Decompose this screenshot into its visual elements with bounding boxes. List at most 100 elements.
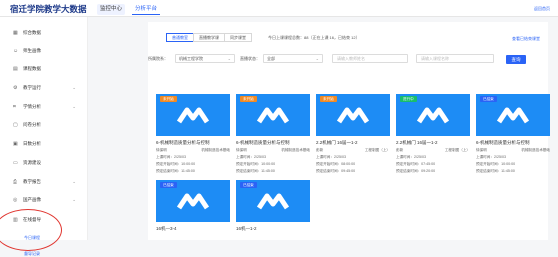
course-name: 工程制图（上） xyxy=(444,148,470,152)
app-title: 宿迁学院教学大数据 xyxy=(10,4,87,14)
sidebar-item-course-data[interactable]: ▤ 课程数据 xyxy=(0,64,88,74)
platform-logo-icon xyxy=(337,107,369,124)
start-time: 预定开始时间：10:00:00 xyxy=(476,162,516,166)
course-thumbnail: 进行中 xyxy=(396,94,470,136)
sidebar-subitem-records[interactable]: 督导记录 xyxy=(24,251,40,257)
platform-logo-icon xyxy=(257,193,289,210)
class-type-tabs: 普通教室 直播教学课 同步课堂 xyxy=(166,33,252,42)
class-period: 上课时间：2/25/03 xyxy=(316,155,346,159)
start-time: 预定开始时间：08:00:00 xyxy=(316,162,356,166)
platform-logo-icon xyxy=(257,107,289,124)
portrait-icon: ◎ xyxy=(13,196,18,203)
teacher-name: 徐保明 xyxy=(156,148,167,152)
status-badge: 已结束 xyxy=(160,182,177,188)
status-badge: 已结束 xyxy=(240,182,257,188)
sidebar-item-portrait[interactable]: ◎ 国产画像 ⌄ xyxy=(0,195,88,205)
course-title: 2.2机械门 16届一1-2 xyxy=(396,140,438,145)
gear-icon: ⚙ xyxy=(13,84,18,91)
chevron-down-icon: ⌄ xyxy=(315,56,319,61)
course-title: 16机—3-4 xyxy=(156,226,177,231)
tab-live[interactable]: 直播教学课 xyxy=(193,33,225,42)
course-thumbnail: 已结束 xyxy=(156,180,230,222)
teacher-name: 徐保明 xyxy=(476,148,487,152)
folder-icon: ▭ xyxy=(13,159,18,166)
sidebar-item-reports[interactable]: ⎙ 教学报告 ⌄ xyxy=(0,177,88,187)
course-stats: 今日上课课程总数：88（正在上课 16，已结束 12） xyxy=(268,35,360,40)
course-search-input[interactable]: 请输入课程名称 xyxy=(416,54,494,63)
status-badge: 进行中 xyxy=(400,96,417,102)
platform-logo-icon xyxy=(497,107,529,124)
status-badge: 未开始 xyxy=(240,96,257,102)
tab-sync[interactable]: 同步课堂 xyxy=(224,33,252,42)
status-select[interactable]: 全部 ⌄ xyxy=(263,54,323,63)
course-thumbnail: 未开始 xyxy=(156,94,230,136)
start-time: 预定开始时间：10:00:00 xyxy=(236,162,276,166)
course-thumbnail: 已结束 xyxy=(476,94,550,136)
teacher-name: 彭新 xyxy=(396,148,404,152)
teacher-name: 彭新 xyxy=(316,148,324,152)
tab-regular[interactable]: 普通教室 xyxy=(166,33,194,42)
sidebar-item-resources[interactable]: ▭ 资源建设 xyxy=(0,158,88,168)
end-time: 预定结束时间：09:20:00 xyxy=(396,169,436,173)
teacher-search-input[interactable]: 请输入教师姓名 xyxy=(332,54,408,63)
course-card[interactable]: 已结束 16机—3-4 xyxy=(156,180,230,232)
course-name: 工程制图（上） xyxy=(364,148,390,152)
class-period: 上课时间：2/25/03 xyxy=(396,155,426,159)
course-card[interactable]: 未开始 2.2机械门 16届一1-2 彭新 工程制图（上） 上课时间：2/25/0… xyxy=(316,94,390,174)
course-thumbnail: 未开始 xyxy=(236,94,310,136)
platform-logo-icon xyxy=(417,107,449,124)
start-time: 预定开始时间：10:00:00 xyxy=(156,162,196,166)
chevron-down-icon: ⌄ xyxy=(72,104,76,109)
calendar-icon: ▣ xyxy=(13,140,18,147)
doc-icon: ▢ xyxy=(13,121,18,128)
search-button[interactable]: 查询 xyxy=(506,55,526,64)
college-label: 所属院系： xyxy=(148,56,168,61)
main-panel: 普通教室 直播教学课 同步课堂 今日上课课程总数：88（正在上课 16，已结束 … xyxy=(148,22,550,240)
course-title: 6-机械制造质量分析与控制 xyxy=(156,140,210,145)
status-badge: 未开始 xyxy=(320,96,337,102)
status-badge: 已结束 xyxy=(480,96,497,102)
chevron-down-icon: ⌄ xyxy=(72,197,76,202)
start-time: 预定开始时间：07:45:00 xyxy=(396,162,436,166)
sidebar-item-learning-analysis[interactable]: ⌗ 学情分析 ⌄ xyxy=(0,102,88,112)
chevron-down-icon: ⌄ xyxy=(227,56,231,61)
user-icon: ☺ xyxy=(13,47,19,54)
course-title: 16机—1-2 xyxy=(236,226,257,231)
course-name: 机械制造技术基础 xyxy=(281,148,310,152)
back-home-link[interactable]: 返回首页 xyxy=(534,6,550,12)
course-card[interactable]: 已结束 6-机械制造质量分析与控制 徐保明 机械制造技术基础 上课时间：2/25/… xyxy=(476,94,550,174)
end-time: 预定结束时间：09:45:00 xyxy=(316,169,356,173)
end-time: 预定结束时间：11:45:00 xyxy=(156,169,195,173)
sidebar-item-teaching-ops[interactable]: ⚙ 教学运行 ⌄ xyxy=(0,83,88,93)
chevron-down-icon: ⌄ xyxy=(72,85,76,90)
nav-analysis-platform[interactable]: 分析平台 xyxy=(132,4,161,15)
end-time: 预定结束时间：11:45:00 xyxy=(476,169,515,173)
end-time: 预定结束时间：11:45:00 xyxy=(236,169,275,173)
chevron-down-icon: ⌄ xyxy=(72,179,76,184)
course-name: 机械制造技术基础 xyxy=(521,148,550,152)
platform-logo-icon xyxy=(177,107,209,124)
class-period: 上课时间：2/25/03 xyxy=(476,155,506,159)
course-card[interactable]: 已结束 16机—1-2 xyxy=(236,180,310,232)
course-card[interactable]: 进行中 2.2机械门 16届一1-2 彭新 工程制图（上） 上课时间：2/25/0… xyxy=(396,94,470,174)
book-icon: ▤ xyxy=(13,65,18,72)
course-thumbnail: 未开始 xyxy=(316,94,390,136)
course-title: 6-机械制造质量分析与控制 xyxy=(476,140,530,145)
sidebar-item-daily[interactable]: ▣ 日数分析 xyxy=(0,139,88,149)
course-title: 2.2机械门 16届一1-2 xyxy=(316,140,358,145)
college-select[interactable]: 机械工程学院 ⌄ xyxy=(175,54,235,63)
course-title: 6-机械制造质量分析与控制 xyxy=(236,140,290,145)
course-card[interactable]: 未开始 6-机械制造质量分析与控制 徐保明 机械制造技术基础 上课时间：2/25/… xyxy=(156,94,230,174)
course-card[interactable]: 未开始 6-机械制造质量分析与控制 徐保明 机械制造技术基础 上课时间：2/25/… xyxy=(236,94,310,174)
sidebar: ▦ 综合数据 ☺ 师生画像 ▤ 课程数据 ⚙ 教学运行 ⌄ ⌗ 学情分析 ⌄ ▢ 问卷分析 ▣ 日… xyxy=(0,17,88,256)
platform-logo-icon xyxy=(177,193,209,210)
nav-monitor-center[interactable]: 监控中心 xyxy=(97,4,126,15)
sidebar-item-profile[interactable]: ☺ 师生画像 xyxy=(0,46,88,56)
course-thumbnail: 已结束 xyxy=(236,180,310,222)
ended-classes-link[interactable]: 查看已结束课堂 xyxy=(512,36,540,42)
status-badge: 未开始 xyxy=(160,96,177,102)
sidebar-item-survey[interactable]: ▢ 问卷分析 xyxy=(0,120,88,130)
course-name: 机械制造技术基础 xyxy=(201,148,230,152)
sidebar-item-overview[interactable]: ▦ 综合数据 xyxy=(0,28,88,38)
class-period: 上课时间：2/25/03 xyxy=(236,155,266,159)
